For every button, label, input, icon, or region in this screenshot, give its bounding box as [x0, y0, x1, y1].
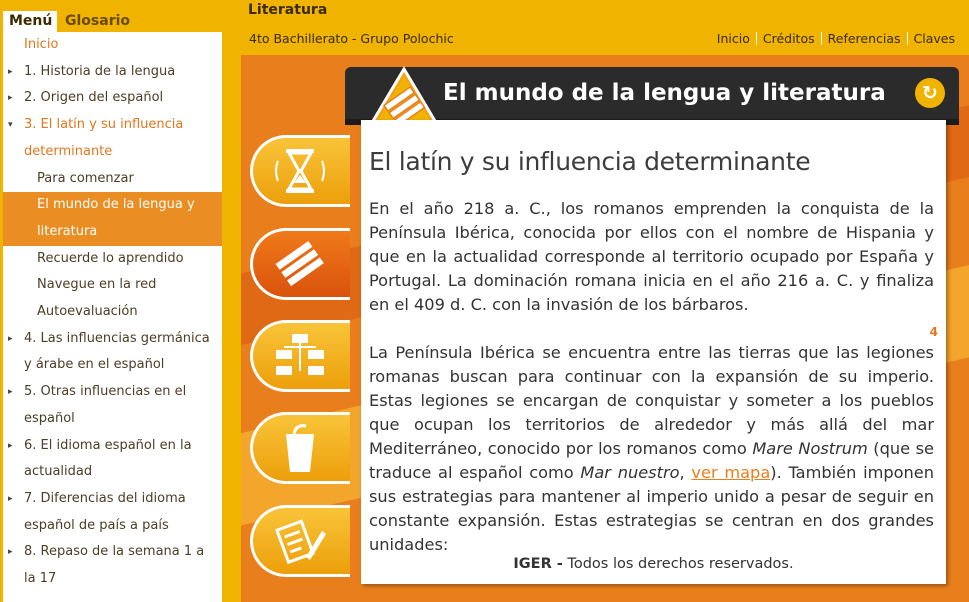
- sidebar-item-label: Inicio: [24, 37, 59, 52]
- diagram-icon: [276, 334, 324, 375]
- diagram-button[interactable]: [250, 320, 350, 392]
- sidebar-item-label: Recuerde lo aprendido: [37, 250, 184, 266]
- sidebar-subitem[interactable]: Para comenzar: [3, 166, 222, 193]
- paragraph-2-text: ,: [679, 463, 692, 482]
- copyright-footer: IGER - Todos los derechos reservados.: [361, 556, 946, 572]
- paragraph-1: En el año 218 a. C., los romanos emprend…: [369, 199, 934, 314]
- nav-link-creditos[interactable]: Créditos: [763, 31, 815, 46]
- sidebar-item[interactable]: ▸ 1. Historia de la lengua: [3, 59, 222, 86]
- hourglass-button[interactable]: [250, 135, 350, 207]
- app-title: Literatura: [248, 2, 328, 18]
- course-subtitle: 4to Bachillerato - Grupo Polochic: [249, 31, 454, 46]
- cup-icon: [286, 424, 314, 472]
- sidebar-item-label: 8. Repaso de la semana 1 a la 17: [24, 544, 205, 586]
- sidebar-item-label: El mundo de la lengua y literatura: [37, 197, 195, 239]
- nav-divider: [755, 32, 757, 45]
- footer-brand: IGER -: [513, 556, 563, 572]
- caret-right-icon: ▸: [8, 66, 13, 77]
- write-icon: [275, 519, 326, 565]
- map-link[interactable]: ver mapa: [691, 463, 770, 482]
- sidebar-item-label: 2. Origen del español: [24, 90, 164, 106]
- reload-icon[interactable]: ↻: [915, 78, 945, 108]
- footer-text: Todos los derechos reservados.: [562, 556, 794, 572]
- tab-glossary[interactable]: Glosario: [59, 11, 139, 32]
- sidebar-item-label: 5. Otras influencias en el español: [24, 384, 187, 426]
- caret-right-icon: ▸: [8, 440, 13, 451]
- nav-divider: [906, 32, 908, 45]
- nav-link-claves[interactable]: Claves: [914, 31, 955, 46]
- caret-right-icon: ▸: [8, 547, 13, 558]
- sidebar-subitem[interactable]: El mundo de la lengua y literatura: [3, 192, 222, 246]
- sidebar-menu: Inicio ▸ 1. Historia de la lengua ▸ 2. Orige…: [3, 32, 222, 602]
- sidebar-item-label: 4. Las influencias germánica y árabe en …: [24, 330, 210, 373]
- sidebar-subitem[interactable]: Autoevaluación: [3, 299, 222, 326]
- nav-divider: [820, 32, 822, 45]
- sidebar-item[interactable]: ▸ 8. Repaso de la semana 1 a la 17: [3, 539, 222, 592]
- sidebar-subitem[interactable]: Recuerde lo aprendido: [3, 246, 222, 273]
- caret-right-icon: ▸: [8, 333, 13, 344]
- tab-menu[interactable]: Menú: [3, 11, 57, 32]
- sidebar-subitem[interactable]: Navegue en la red: [3, 272, 222, 299]
- sidebar-item[interactable]: Inicio: [3, 32, 222, 59]
- sidebar-item-label: 7. Diferencias del idioma español de paí…: [24, 490, 186, 533]
- caret-right-icon: ▸: [8, 493, 13, 504]
- banner-title: El mundo de la lengua y literatura: [443, 80, 886, 106]
- sidebar-item-label: 3. El latín y su influencia determinante: [24, 117, 184, 159]
- content-heading: El latín y su influencia determinante: [369, 147, 811, 176]
- cup-button[interactable]: [250, 412, 350, 484]
- top-nav: Inicio Créditos Referencias Claves: [717, 31, 955, 46]
- sidebar-item[interactable]: ▸ 6. El idioma español en la actualidad: [3, 433, 222, 486]
- sidebar-item-label: 1. Historia de la lengua: [24, 63, 176, 79]
- sidebar-item[interactable]: ▸ 2. Origen del español: [3, 85, 222, 112]
- content-card: El latín y su influencia determinante En…: [361, 120, 946, 584]
- sidebar-item-label: Autoevaluación: [37, 304, 138, 319]
- hourglass-icon: [275, 149, 325, 193]
- paragraph-2: La Península Ibérica se encuentra entre …: [369, 341, 934, 557]
- books-button[interactable]: [250, 228, 350, 300]
- sidebar-item[interactable]: ▾ 3. El latín y su influencia determinant…: [3, 112, 222, 165]
- mar-nuestro-text: Mar nuestro: [580, 463, 680, 482]
- books-icon: [275, 241, 324, 287]
- sidebar-item-label: Para comenzar: [37, 170, 134, 186]
- caret-down-icon: ▾: [8, 120, 13, 131]
- sidebar-item-label: 6. El idioma español en la actualidad: [24, 437, 192, 480]
- sidebar-item-label: Navegue en la red: [37, 277, 157, 293]
- nav-link-referencias[interactable]: Referencias: [828, 31, 901, 46]
- sidebar: Menú Glosario Inicio ▸ 1. Historia de la l…: [0, 0, 222, 602]
- caret-right-icon: ▸: [8, 387, 13, 398]
- page-number: 4: [929, 325, 938, 339]
- sidebar-item[interactable]: ▸ 7. Diferencias del idioma español de pa…: [3, 486, 222, 539]
- caret-right-icon: ▸: [8, 93, 13, 104]
- write-button[interactable]: [250, 505, 350, 577]
- sidebar-item[interactable]: ▸ 4. Las influencias germánica y árabe en…: [3, 326, 222, 379]
- mare-nostrum-text: Mare Nostrum: [752, 439, 868, 458]
- sidebar-item[interactable]: ▸ 5. Otras influencias en el español: [3, 379, 222, 432]
- nav-link-inicio[interactable]: Inicio: [717, 31, 750, 46]
- sidebar-tabs: Menú Glosario: [0, 0, 222, 32]
